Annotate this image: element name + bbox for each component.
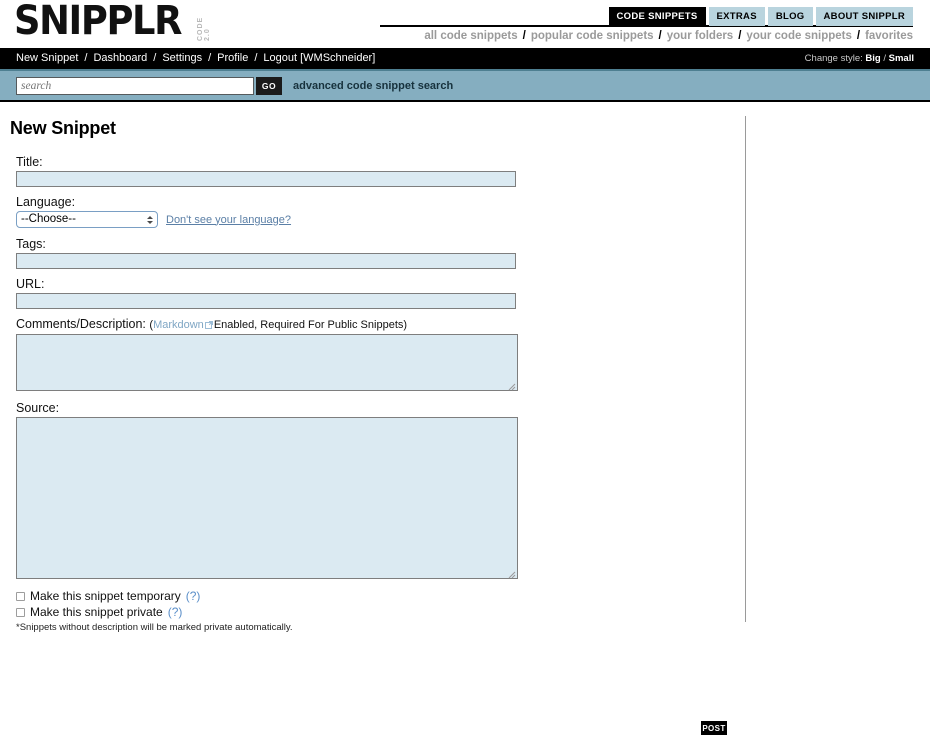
primary-tabs: CODE SNIPPETS EXTRAS BLOG ABOUT SNIPPLR	[608, 7, 913, 26]
nav-separator: /	[153, 52, 157, 64]
search-input[interactable]	[16, 77, 254, 95]
nav-separator: /	[254, 52, 258, 64]
user-navbar-links: New Snippet / Dashboard / Settings / Pro…	[16, 52, 375, 64]
tab-extras[interactable]: EXTRAS	[708, 7, 765, 26]
subnav-separator: /	[738, 30, 742, 42]
temporary-help-link[interactable]: (?)	[186, 589, 201, 603]
user-navbar: New Snippet / Dashboard / Settings / Pro…	[0, 48, 930, 71]
nav-item-dashboard[interactable]: Dashboard	[93, 52, 147, 64]
comments-note: (Markdown Enabled, Required For Public S…	[149, 319, 407, 331]
markdown-link[interactable]: Markdown	[153, 319, 204, 331]
advanced-search-link[interactable]: advanced code snippet search	[293, 80, 453, 92]
change-style-label: Change style:	[804, 53, 863, 64]
subnav-separator: /	[658, 30, 662, 42]
style-small-link[interactable]: Small	[889, 53, 914, 64]
site-header: SNIPPLR CODE 2.0 CODE SNIPPETS EXTRAS BL…	[0, 0, 930, 48]
tags-label: Tags:	[16, 237, 46, 251]
make-temporary-label: Make this snippet temporary	[30, 589, 181, 603]
logo-wordmark: SNIPPLR	[14, 0, 182, 44]
nav-item-logout[interactable]: Logout [WMSchneider]	[263, 52, 375, 64]
language-label: Language:	[16, 195, 76, 209]
tab-about-snipplr[interactable]: ABOUT SNIPPLR	[815, 7, 913, 26]
content-divider	[745, 116, 746, 622]
subnav-item-your-folders[interactable]: your folders	[667, 30, 733, 42]
search-go-button[interactable]: GO	[256, 77, 282, 95]
temporary-option-row: Make this snippet temporary (?)	[16, 589, 536, 603]
url-input[interactable]	[16, 293, 516, 309]
subnav-item-favorites[interactable]: favorites	[865, 30, 913, 42]
comments-label-row: Comments/Description: (Markdown Enabled,…	[16, 317, 536, 333]
secondary-nav: all code snippets / popular code snippet…	[424, 30, 913, 42]
language-select[interactable]: --Choose--	[16, 211, 158, 228]
logo-tagline: CODE 2.0	[196, 16, 211, 41]
form-footnote: *Snippets without description will be ma…	[16, 622, 293, 633]
resize-grip-icon[interactable]	[507, 380, 516, 391]
page-title: New Snippet	[10, 118, 116, 138]
private-help-link[interactable]: (?)	[168, 605, 183, 619]
subnav-item-popular-code-snippets[interactable]: popular code snippets	[531, 30, 654, 42]
language-row: --Choose-- Don't see your language?	[16, 211, 536, 228]
make-private-label: Make this snippet private	[30, 605, 163, 619]
nav-item-profile[interactable]: Profile	[217, 52, 248, 64]
subnav-separator: /	[856, 30, 861, 42]
source-label: Source:	[16, 401, 60, 415]
tab-code-snippets[interactable]: CODE SNIPPETS	[608, 7, 706, 26]
private-option-row: Make this snippet private (?)	[16, 605, 536, 619]
stepper-arrows-icon	[146, 213, 153, 226]
url-label: URL:	[16, 277, 45, 291]
change-style-control: Change style: Big / Small	[805, 53, 914, 64]
comments-textarea[interactable]	[16, 334, 518, 391]
search-bar: GO advanced code snippet search	[0, 71, 930, 102]
source-textarea[interactable]	[16, 417, 518, 579]
site-logo[interactable]: SNIPPLR CODE 2.0	[14, 1, 211, 41]
nav-item-new-snippet[interactable]: New Snippet	[16, 52, 78, 64]
style-big-link[interactable]: Big	[865, 53, 880, 64]
comments-note-rest: Enabled, Required For Public Snippets)	[213, 319, 408, 331]
subnav-item-all-code-snippets[interactable]: all code snippets	[424, 30, 517, 42]
make-temporary-checkbox[interactable]	[16, 591, 25, 601]
tab-blog[interactable]: BLOG	[767, 7, 813, 26]
title-label: Title:	[16, 155, 43, 169]
subnav-separator: /	[522, 30, 526, 42]
language-select-value: --Choose--	[21, 213, 76, 225]
missing-language-link[interactable]: Don't see your language?	[166, 214, 291, 226]
title-input[interactable]	[16, 171, 516, 187]
new-snippet-form: Title: Language: --Choose-- Don't see yo…	[16, 155, 536, 633]
external-link-icon	[204, 321, 213, 329]
nav-separator: /	[84, 52, 88, 64]
post-button[interactable]: POST	[701, 721, 727, 735]
make-private-checkbox[interactable]	[16, 607, 25, 617]
nav-item-settings[interactable]: Settings	[162, 52, 202, 64]
resize-grip-icon[interactable]	[507, 568, 516, 579]
nav-separator: /	[208, 52, 212, 64]
change-style-separator: /	[883, 53, 886, 64]
subnav-item-your-code-snippets[interactable]: your code snippets	[746, 30, 851, 42]
comments-label: Comments/Description:	[16, 317, 146, 331]
tags-input[interactable]	[16, 253, 516, 269]
